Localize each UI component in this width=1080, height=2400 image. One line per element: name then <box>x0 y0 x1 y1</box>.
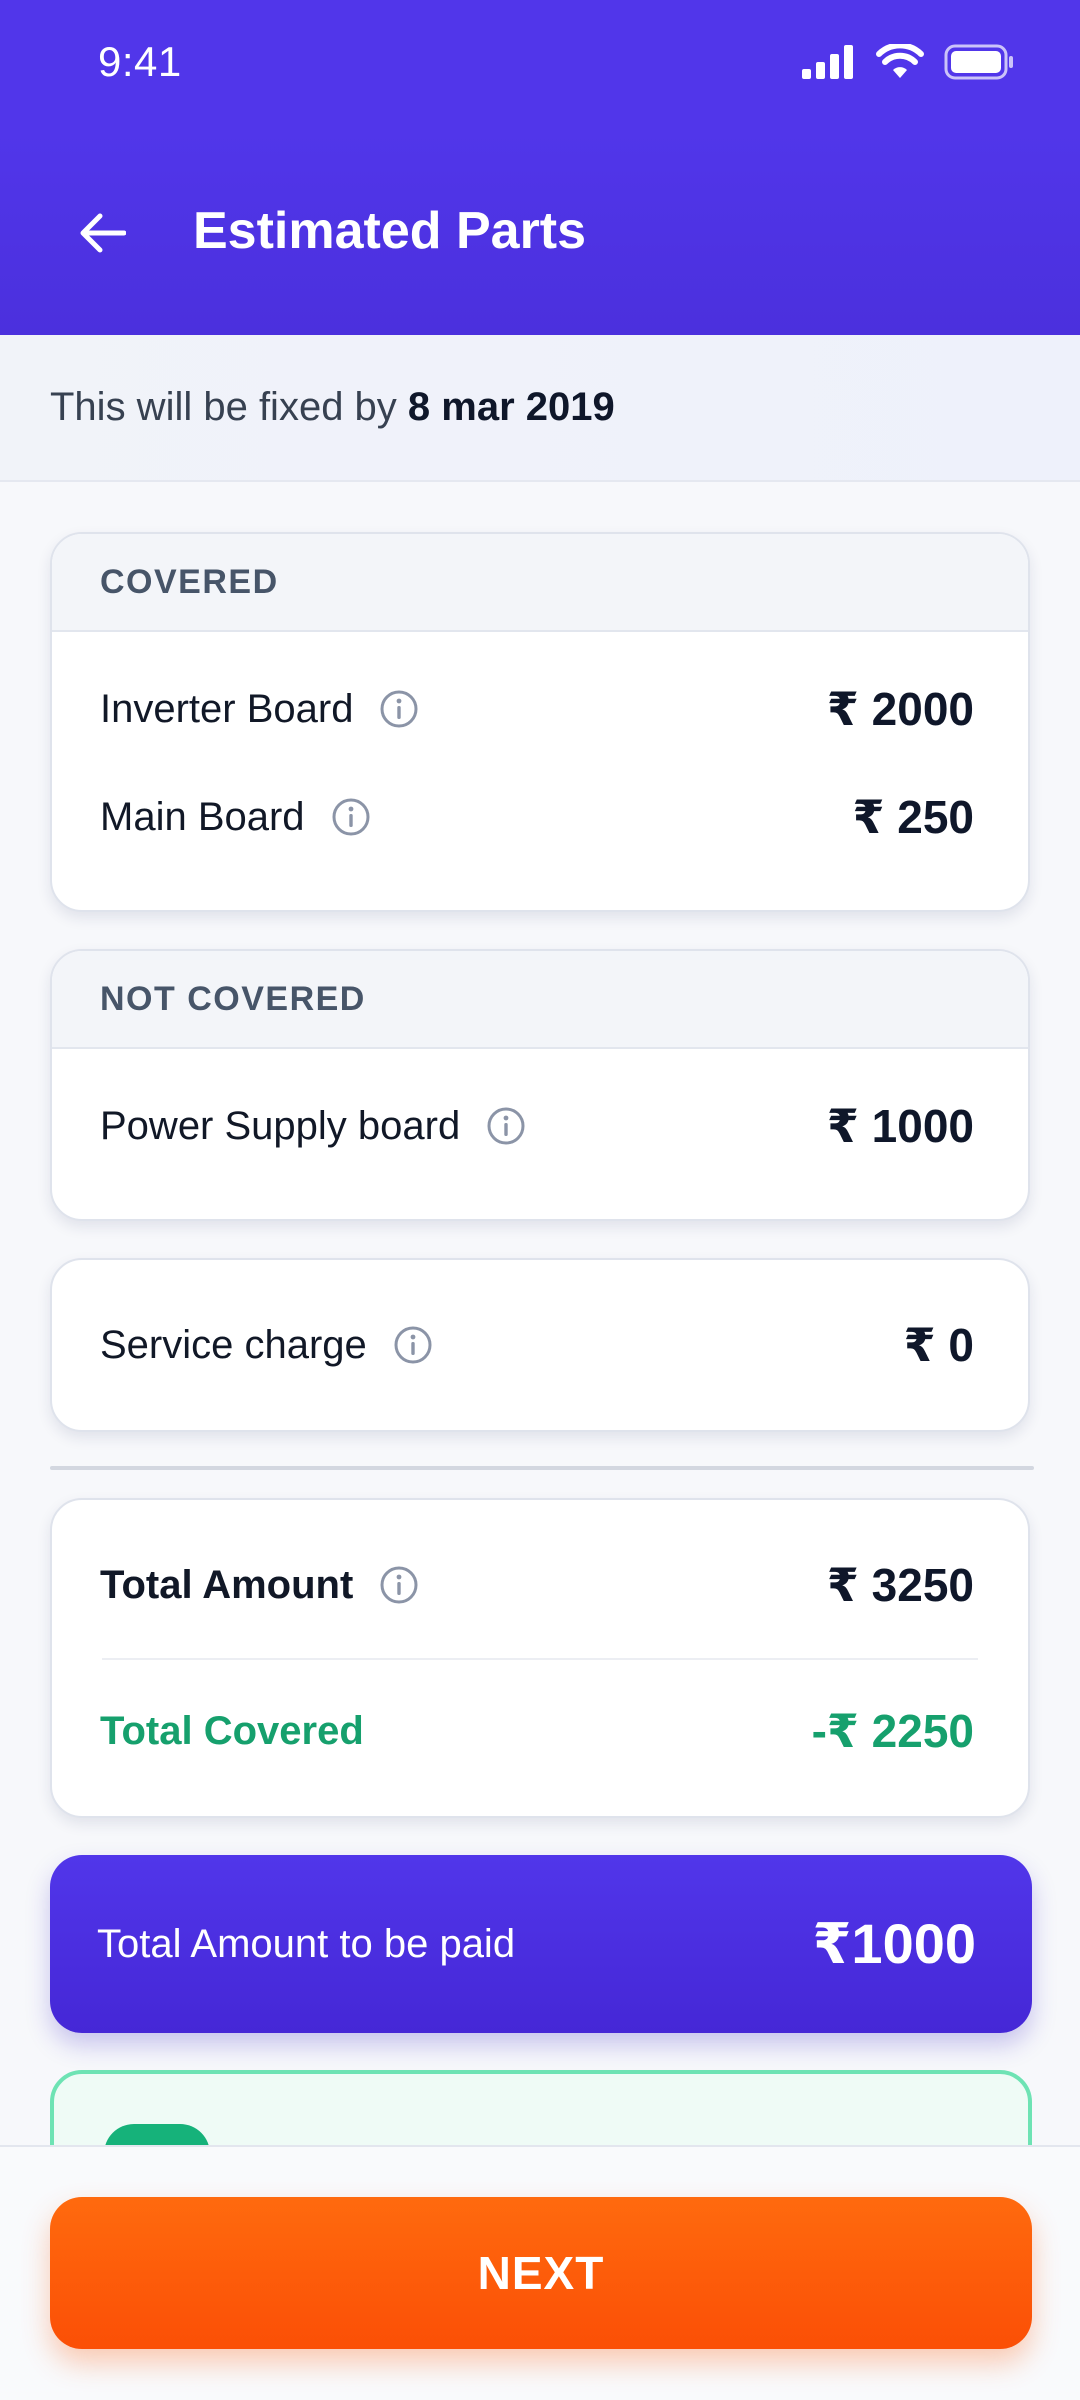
status-icons <box>802 44 1014 80</box>
info-circle-icon[interactable] <box>331 797 371 837</box>
amount-to-pay-value: ₹1000 <box>812 1912 976 1975</box>
fix-date-text: This will be fixed by 8 mar 2019 <box>50 385 615 430</box>
app-header: Estimated Parts <box>0 130 1080 335</box>
item-label: Power Supply board <box>100 1103 461 1148</box>
covered-item-row: Main Board ₹ 250 <box>100 790 974 844</box>
not-covered-heading: NOT COVERED <box>52 951 1028 1049</box>
service-charge-amount: ₹ 0 <box>903 1319 974 1371</box>
item-amount: ₹ 250 <box>852 791 974 843</box>
signal-icon <box>802 45 853 79</box>
covered-card: COVERED Inverter Board ₹ 2000 Main Board… <box>50 532 1030 912</box>
service-charge-label: Service charge <box>100 1322 367 1367</box>
amount-to-pay-bar: Total Amount to be paid ₹1000 <box>50 1855 1032 2033</box>
info-circle-icon[interactable] <box>379 689 419 729</box>
status-time: 9:41 <box>98 38 182 85</box>
arrow-left-icon <box>80 213 126 252</box>
totals-divider <box>102 1658 978 1660</box>
section-divider <box>50 1466 1034 1470</box>
covered-heading: COVERED <box>52 534 1028 632</box>
service-charge-row: Service charge ₹ 0 <box>100 1318 974 1372</box>
info-circle-icon[interactable] <box>379 1565 419 1605</box>
item-amount: ₹ 1000 <box>826 1100 974 1152</box>
service-charge-card: Service charge ₹ 0 <box>50 1258 1030 1432</box>
back-button[interactable] <box>60 190 145 275</box>
fix-date-banner: This will be fixed by 8 mar 2019 <box>0 335 1080 482</box>
total-amount-row: Total Amount ₹ 3250 <box>100 1558 974 1612</box>
not-covered-card: NOT COVERED Power Supply board ₹ 1000 <box>50 949 1030 1221</box>
wifi-icon <box>876 44 924 78</box>
total-covered-value: -₹ 2250 <box>811 1705 974 1757</box>
total-amount-label: Total Amount <box>100 1562 354 1607</box>
page-title: Estimated Parts <box>193 202 587 260</box>
info-circle-icon[interactable] <box>486 1106 526 1146</box>
covered-item-row: Inverter Board ₹ 2000 <box>100 682 974 736</box>
amount-to-pay-label: Total Amount to be paid <box>97 1921 516 1966</box>
item-label: Inverter Board <box>100 686 354 731</box>
not-covered-item-row: Power Supply board ₹ 1000 <box>100 1099 974 1153</box>
next-button[interactable]: NEXT <box>50 2197 1032 2349</box>
footer: NEXT <box>0 2145 1080 2400</box>
fix-date-value: 8 mar 2019 <box>407 385 615 429</box>
total-covered-label: Total Covered <box>100 1708 364 1753</box>
item-label: Main Board <box>100 794 305 839</box>
status-bar: 9:41 <box>0 0 1080 130</box>
total-amount-value: ₹ 3250 <box>826 1559 974 1611</box>
info-circle-icon[interactable] <box>393 1325 433 1365</box>
total-covered-row: Total Covered -₹ 2250 <box>100 1704 974 1758</box>
item-amount: ₹ 2000 <box>826 683 974 735</box>
fix-date-prefix: This will be fixed by <box>50 385 397 429</box>
battery-icon <box>944 44 1013 80</box>
totals-card: Total Amount ₹ 3250 Total Covered -₹ 225… <box>50 1498 1030 1818</box>
